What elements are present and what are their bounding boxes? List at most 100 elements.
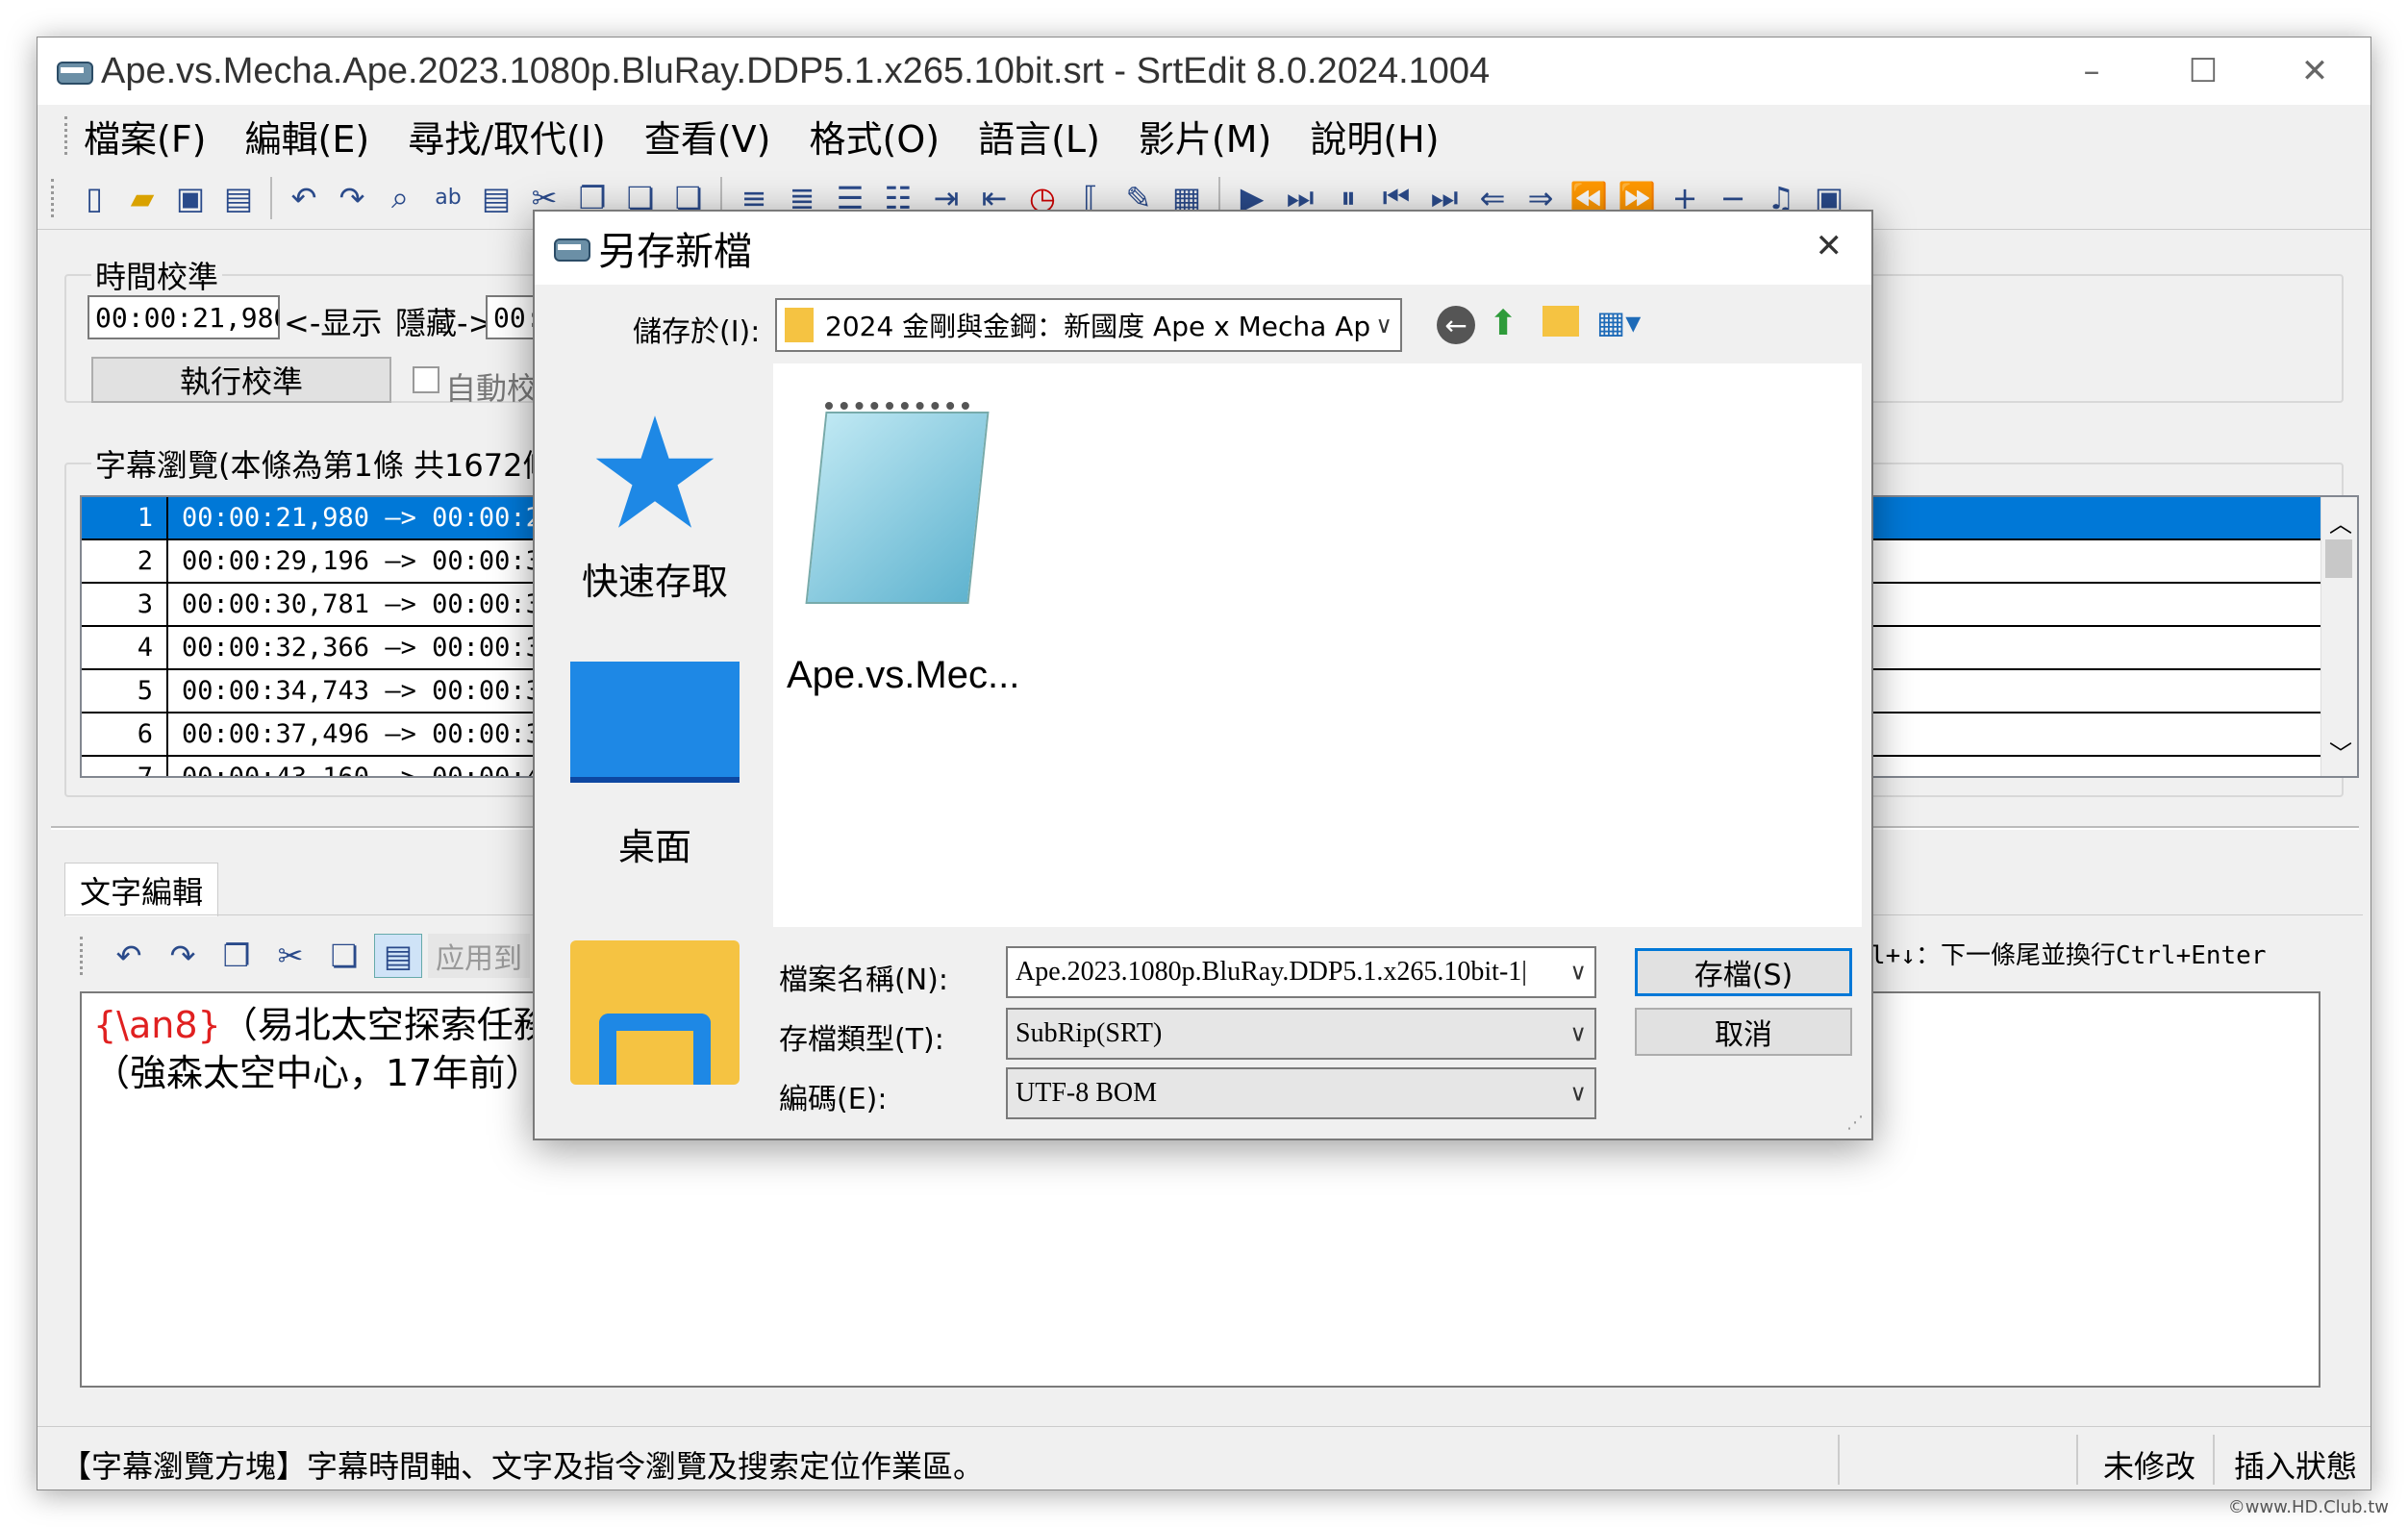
window-title: Ape.vs.Mecha.Ape.2023.1080p.BluRay.DDP5.… xyxy=(101,50,1491,91)
minimize-button[interactable]: – xyxy=(2036,38,2147,105)
menu-video[interactable]: 影片(M) xyxy=(1139,110,1271,163)
row-timecode: 00:00:29,196 —> 00:00:3 xyxy=(182,546,541,576)
tab-text-edit[interactable]: 文字編輯 xyxy=(64,863,218,916)
editor-copy-icon[interactable]: ❐ xyxy=(213,934,261,978)
cancel-button[interactable]: 取消 xyxy=(1635,1008,1852,1056)
browse-group-label: 字幕瀏覽(本條為第1條 共1672條) xyxy=(91,441,569,486)
libraries-folder-icon xyxy=(570,940,740,1085)
hide-label: 隱藏-> xyxy=(395,305,494,341)
menu-find-replace[interactable]: 尋找/取代(I) xyxy=(408,110,606,163)
notepad-spiral-icon xyxy=(825,402,969,417)
scroll-thumb[interactable] xyxy=(2325,539,2352,578)
find-icon[interactable]: ⌕ xyxy=(376,176,424,220)
undo-icon[interactable]: ↶ xyxy=(280,176,328,220)
status-bar: 【字幕瀏覽方塊】字幕時間軸、文字及指令瀏覽及搜索定位作業區。 未修改 插入狀態 xyxy=(38,1426,2370,1489)
run-calibration-button[interactable]: 執行校準 xyxy=(91,357,391,403)
show-label: <-显示 xyxy=(284,305,383,341)
save-icon[interactable]: ▣ xyxy=(166,176,214,220)
dialog-title-bar[interactable]: 另存新檔 ✕ xyxy=(535,212,1871,285)
menu-language[interactable]: 語言(L) xyxy=(978,110,1100,163)
encoding-select[interactable]: UTF-8 BOM ∨ xyxy=(1006,1067,1596,1119)
desktop-icon xyxy=(570,662,740,783)
file-list-area[interactable]: Ape.vs.Mec... xyxy=(773,363,1862,927)
row-number: 7 xyxy=(82,757,168,776)
file-item[interactable]: Ape.vs.Mec... xyxy=(787,402,1019,696)
status-insert-mode: 插入狀態 xyxy=(2234,1448,2358,1485)
row-number: 3 xyxy=(82,584,168,625)
menu-grip[interactable] xyxy=(64,116,70,155)
row-number: 4 xyxy=(82,627,168,668)
editor-undo-icon[interactable]: ↶ xyxy=(105,934,153,978)
scroll-down-icon[interactable]: ﹀ xyxy=(2329,735,2352,768)
menu-view[interactable]: 查看(V) xyxy=(644,110,771,163)
view-menu-icon[interactable]: ▦▾ xyxy=(1596,304,1641,340)
spell-icon[interactable]: ab xyxy=(424,176,472,220)
close-button[interactable]: ✕ xyxy=(2259,38,2370,105)
title-bar[interactable]: Ape.vs.Mecha.Ape.2023.1080p.BluRay.DDP5.… xyxy=(38,38,2370,105)
doc-icon[interactable]: ▤ xyxy=(472,176,520,220)
menu-help[interactable]: 說明(H) xyxy=(1310,110,1439,163)
save-as-icon[interactable]: ▤ xyxy=(214,176,263,220)
time-input[interactable]: 00:00:21,980 xyxy=(88,295,280,339)
maximize-button[interactable]: ☐ xyxy=(2147,38,2259,105)
filetype-value: SubRip(SRT) xyxy=(1016,1018,1163,1048)
save-as-dialog: 另存新檔 ✕ 儲存於(I): 2024 金剛與金鋼：新國度 Ape x Mech… xyxy=(533,210,1873,1140)
toolbar-separator xyxy=(270,176,272,219)
menu-edit[interactable]: 編輯(E) xyxy=(245,110,370,163)
save-in-combo[interactable]: 2024 金剛與金鋼：新國度 Ape x Mecha Ap ∨ xyxy=(775,298,1402,352)
toolbar-grip[interactable] xyxy=(51,178,57,217)
srtedit-app-icon xyxy=(55,56,93,87)
row-timecode: 00:00:43,160 —> 00:00:4 xyxy=(182,763,541,778)
menu-file[interactable]: 檔案(F) xyxy=(84,110,207,163)
scroll-up-icon[interactable]: ︿ xyxy=(2329,505,2352,538)
star-icon: ★ xyxy=(586,384,724,563)
line1-text: （易北太空探索任務 xyxy=(220,1004,550,1046)
up-folder-icon[interactable]: ⬆ xyxy=(1489,304,1518,343)
place-quick-access[interactable]: ★ 快速存取 xyxy=(544,384,765,605)
chevron-down-icon: ∨ xyxy=(1569,960,1587,986)
status-separator xyxy=(1838,1435,1840,1485)
watermark: ©www.HD.Club.tw xyxy=(2227,1497,2389,1517)
row-number: 1 xyxy=(82,497,168,538)
menu-format[interactable]: 格式(O) xyxy=(810,110,941,163)
resize-grip-icon[interactable]: ⋰ xyxy=(1846,1113,1864,1133)
save-button[interactable]: 存檔(S) xyxy=(1635,948,1852,996)
editor-cut-icon[interactable]: ✂ xyxy=(266,934,314,978)
row-timecode: 00:00:30,781 —> 00:00:3 xyxy=(182,589,541,619)
editor-redo-icon[interactable]: ↷ xyxy=(159,934,207,978)
shortcut-hint: l+↓：下一條尾並換行Ctrl+Enter xyxy=(1870,941,2267,970)
auto-checkbox[interactable] xyxy=(413,366,439,393)
filetype-select[interactable]: SubRip(SRT) ∨ xyxy=(1006,1008,1596,1060)
filename-input[interactable]: Ape.2023.1080p.BluRay.DDP5.1.x265.10bit-… xyxy=(1006,946,1596,998)
timing-group-label: 時間校準 xyxy=(91,253,223,297)
place-desktop[interactable]: 桌面 xyxy=(544,662,765,870)
new-folder-icon[interactable] xyxy=(1543,306,1579,337)
place-libraries[interactable] xyxy=(544,940,765,1085)
editor-toolbar-grip[interactable] xyxy=(80,937,86,975)
new-file-icon[interactable]: ▯ xyxy=(70,176,118,220)
status-modified: 未修改 xyxy=(2103,1448,2196,1485)
redo-icon[interactable]: ↷ xyxy=(328,176,376,220)
row-number: 6 xyxy=(82,713,168,755)
back-icon[interactable]: ← xyxy=(1437,306,1475,344)
filename-label: 檔案名稱(N): xyxy=(779,964,948,997)
menu-bar: 檔案(F) 編輯(E) 尋找/取代(I) 查看(V) 格式(O) 語言(L) 影… xyxy=(38,105,2370,166)
save-in-value: 2024 金剛與金鋼：新國度 Ape x Mecha Ap xyxy=(825,311,1371,342)
editor-paste-icon[interactable]: ❏ xyxy=(320,934,368,978)
dialog-app-icon xyxy=(552,233,590,263)
row-timecode: 00:00:21,980 —> 00:00:2 xyxy=(182,503,541,533)
status-message: 【字幕瀏覽方塊】字幕時間軸、文字及指令瀏覽及搜索定位作業區。 xyxy=(61,1448,985,1485)
row-number: 5 xyxy=(82,670,168,712)
apply-to-button[interactable]: 应用到 xyxy=(428,934,530,978)
filetype-label: 存檔類型(T): xyxy=(779,1023,944,1057)
editor-notes-icon[interactable]: ▤ xyxy=(374,934,422,978)
list-scrollbar[interactable]: ︿ ﹀ xyxy=(2320,497,2357,776)
open-folder-icon[interactable]: ▰ xyxy=(118,176,166,220)
status-separator xyxy=(2076,1435,2078,1485)
dialog-title: 另存新檔 xyxy=(598,230,752,274)
an8-tag: {\an8} xyxy=(93,1004,221,1046)
row-number: 2 xyxy=(82,540,168,582)
places-bar: ★ 快速存取 桌面 xyxy=(544,363,765,1114)
filename-value: Ape.2023.1080p.BluRay.DDP5.1.x265.10bit-… xyxy=(1016,957,1527,987)
dialog-close-button[interactable]: ✕ xyxy=(1816,227,1844,265)
